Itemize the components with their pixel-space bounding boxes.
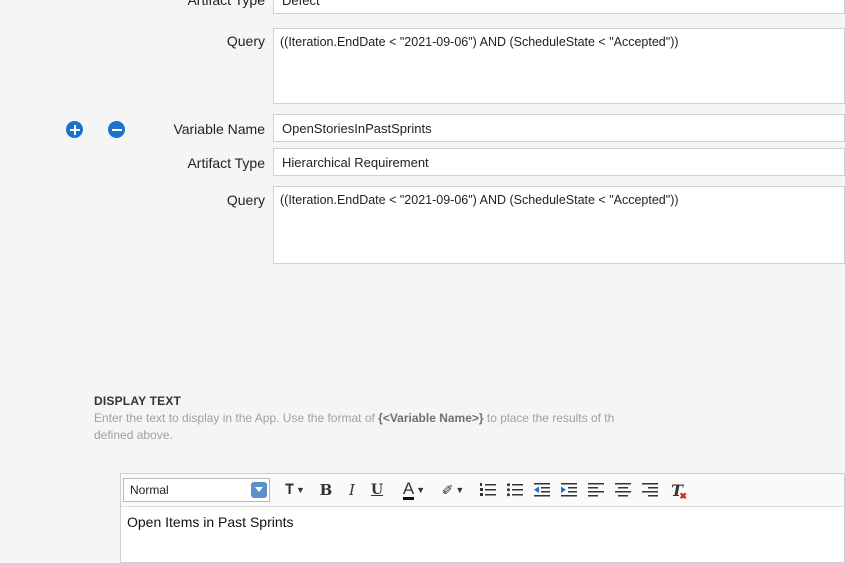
italic-icon: I [349, 481, 355, 499]
query-label: Query [226, 192, 265, 208]
display-text-help: Enter the text to display in the App. Us… [94, 410, 845, 427]
clear-format-x: ✖ [679, 491, 687, 502]
outdent-icon [534, 483, 550, 497]
caret-icon: ▼ [296, 485, 305, 495]
query-field[interactable]: ((Iteration.EndDate < "2021-09-06") AND … [273, 186, 845, 264]
artifact-type-label-top: Artifact Type [187, 0, 265, 8]
variable-name-input[interactable]: OpenStoriesInPastSprints [273, 114, 845, 142]
help-prefix: Enter the text to display in the App. Us… [94, 411, 379, 425]
align-center-button[interactable] [614, 480, 632, 500]
numbered-list-button[interactable] [479, 480, 497, 500]
caret-icon: ▼ [416, 485, 426, 495]
underline-icon: U [370, 482, 384, 498]
bullet-list-button[interactable] [506, 480, 524, 500]
artifact-type-field-top[interactable]: Defect [273, 0, 845, 14]
artifact-type-field[interactable]: Hierarchical Requirement [273, 148, 845, 176]
bold-button[interactable]: B [317, 480, 335, 500]
display-text-heading: DISPLAY TEXT [94, 394, 182, 408]
editor-content[interactable]: Open Items in Past Sprints [121, 507, 844, 537]
font-size-icon: 𝐓 [285, 482, 295, 498]
artifact-type-label: Artifact Type [187, 155, 265, 171]
query-field-top[interactable]: ((Iteration.EndDate < "2021-09-06") AND … [273, 28, 845, 104]
highlight-icon: ✐ [441, 481, 454, 498]
caret-icon: ▼ [455, 485, 465, 495]
outdent-button[interactable] [533, 480, 551, 500]
align-left-icon [588, 483, 604, 497]
clear-format-icon: T ✖ [671, 480, 687, 502]
format-select-value: Normal [130, 483, 169, 497]
help-suffix: to place the results of th [483, 411, 615, 425]
text-color-icon: A [402, 478, 415, 500]
font-size-button[interactable]: 𝐓 ▼ [279, 480, 311, 500]
help-variable-format: {<Variable Name>} [378, 411, 484, 425]
align-right-button[interactable] [641, 480, 659, 500]
bold-icon: B [319, 481, 333, 499]
indent-icon [561, 483, 577, 497]
chevron-down-icon [251, 482, 267, 498]
align-center-icon [615, 483, 631, 497]
format-select[interactable]: Normal [123, 478, 270, 502]
align-right-icon [642, 483, 658, 497]
italic-button[interactable]: I [343, 480, 361, 500]
rich-text-editor[interactable]: Normal 𝐓 ▼ B I U A ▼ ✐ ▼ T ✖ Open Items … [120, 473, 845, 563]
query-label-top: Query [226, 33, 265, 49]
display-text-help-line2: defined above. [94, 428, 173, 442]
align-left-button[interactable] [587, 480, 605, 500]
bullet-list-icon [507, 483, 523, 497]
text-color-button[interactable]: A ▼ [397, 480, 431, 500]
editor-toolbar: Normal 𝐓 ▼ B I U A ▼ ✐ ▼ T ✖ [121, 474, 844, 507]
add-variable-button[interactable] [66, 121, 83, 138]
variable-name-label: Variable Name [173, 121, 265, 137]
numbered-list-icon [480, 483, 496, 496]
underline-button[interactable]: U [368, 480, 386, 500]
clear-format-button[interactable]: T ✖ [668, 480, 687, 502]
plus-circle-icon [69, 124, 80, 135]
indent-button[interactable] [560, 480, 578, 500]
highlight-button[interactable]: ✐ ▼ [437, 480, 469, 500]
